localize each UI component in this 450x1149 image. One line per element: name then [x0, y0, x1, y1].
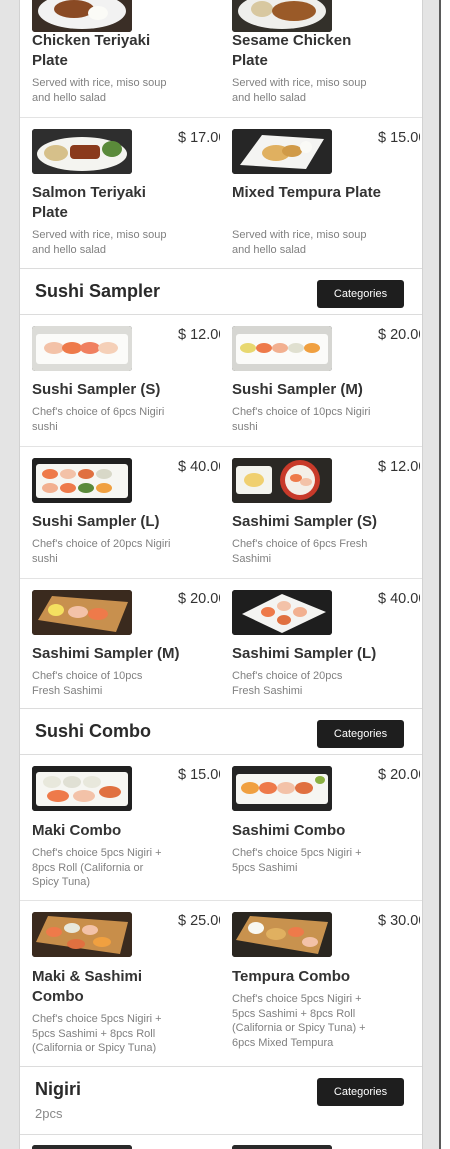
- dish-image: [32, 129, 132, 174]
- item-name: Tempura Combo: [232, 968, 351, 985]
- menu-item-sushi-sampler-m[interactable]: $ 20.00 Sushi Sampler (M) Chef's choice …: [220, 315, 420, 446]
- item-name: Sashimi Sampler (M): [32, 645, 180, 662]
- item-price: $ 12.00: [378, 459, 420, 475]
- dish-image: [232, 590, 332, 635]
- menu-item-sushi-sampler-s[interactable]: $ 12.00 Sushi Sampler (S) Chef's choice …: [20, 315, 220, 446]
- dish-image: [232, 0, 332, 32]
- categories-button[interactable]: Categories: [317, 1078, 404, 1106]
- menu-item-sesame-chicken[interactable]: Sesame Chicken Plate Served with rice, m…: [220, 0, 420, 117]
- item-price: $ 12.00: [178, 327, 220, 343]
- item-price: $ 25.00: [178, 913, 220, 929]
- menu-row: $ 25.00 Maki & Sashimi Combo Chef's choi…: [20, 901, 422, 1068]
- menu-item-sashimi-combo[interactable]: $ 20.00 Sashimi Combo Chef's choice 5pcs…: [220, 755, 420, 900]
- item-name: Sushi Sampler (M): [232, 381, 363, 398]
- item-name: Chicken Teriyaki Plate: [32, 32, 151, 69]
- item-name: Salmon Teriyaki Plate: [32, 184, 146, 221]
- section-header: Sushi Combo Categories: [20, 708, 422, 755]
- categories-button[interactable]: Categories: [317, 720, 404, 748]
- item-description: Chef's choice 5pcs Nigiri + 5pcs Sashimi…: [32, 1013, 162, 1054]
- dish-image: [232, 912, 332, 957]
- section-nigiri: Nigiri 2pcs Categories: [20, 1066, 422, 1135]
- item-name: Sushi Sampler (L): [32, 513, 160, 530]
- menu-item-tempura-combo[interactable]: $ 30.00 Tempura Combo Chef's choice 5pcs…: [220, 901, 420, 1067]
- dish-image: [232, 458, 332, 503]
- menu-row: [20, 1134, 422, 1149]
- menu-item-nigiri-second[interactable]: [220, 1134, 420, 1149]
- menu-item-salmon-teriyaki[interactable]: $ 17.00 Salmon Teriyaki Plate Served wit…: [20, 118, 220, 268]
- dish-image: [232, 326, 332, 371]
- dish-image: [232, 129, 332, 174]
- section-header: Nigiri 2pcs Categories: [20, 1066, 422, 1135]
- section-title: Sushi Combo: [35, 721, 151, 741]
- dish-image: [32, 912, 132, 957]
- item-description: Chef's choice of 10pcs Nigiri sushi: [232, 406, 371, 433]
- menu-row: $ 12.00 Sushi Sampler (S) Chef's choice …: [20, 315, 422, 447]
- item-description: Served with rice, miso soup and hello sa…: [32, 77, 167, 104]
- menu-row: Chicken Teriyaki Plate Served with rice,…: [20, 0, 422, 118]
- item-price: $ 15.00: [178, 767, 220, 783]
- item-price: $ 17.00: [178, 130, 220, 146]
- dish-image: [32, 0, 132, 32]
- section-title: Nigiri: [35, 1079, 82, 1099]
- dish-image: [32, 590, 132, 635]
- menu-block-nigiri: [20, 1134, 422, 1149]
- categories-button[interactable]: Categories: [317, 280, 404, 308]
- item-description: Served with rice, miso soup and hello sa…: [232, 229, 367, 256]
- item-price: $ 20.00: [178, 591, 220, 607]
- menu-item-nigiri-first[interactable]: [20, 1134, 220, 1149]
- item-name: Sashimi Sampler (L): [232, 645, 377, 662]
- item-description: Chef's choice of 20pcs Fresh Sashimi: [232, 670, 343, 697]
- menu-row: $ 40.00 Sushi Sampler (L) Chef's choice …: [20, 447, 422, 579]
- dish-image: [32, 766, 132, 811]
- menu-row: $ 20.00 Sashimi Sampler (M) Chef's choic…: [20, 579, 422, 711]
- item-name: Maki Combo: [32, 822, 122, 839]
- menu-block-sushi-sampler: $ 12.00 Sushi Sampler (S) Chef's choice …: [20, 315, 422, 711]
- item-description: Chef's choice of 6pcs Nigiri sushi: [32, 406, 165, 433]
- dish-image: [232, 1145, 332, 1149]
- menu-row: $ 15.00 Maki Combo Chef's choice 5pcs Ni…: [20, 755, 422, 901]
- menu-item-sashimi-sampler-s[interactable]: $ 12.00 Sashimi Sampler (S) Chef's choic…: [220, 447, 420, 578]
- menu-item-maki-sashimi-combo[interactable]: $ 25.00 Maki & Sashimi Combo Chef's choi…: [20, 901, 220, 1067]
- item-name: Sesame Chicken Plate: [232, 32, 352, 69]
- item-price: $ 20.00: [378, 327, 420, 343]
- item-price: $ 30.00: [378, 913, 420, 929]
- menu-item-mixed-tempura[interactable]: $ 15.00 Mixed Tempura Plate Served with …: [220, 118, 420, 268]
- item-description: Chef's choice of 6pcs Fresh Sashimi: [232, 538, 368, 565]
- menu-row: $ 17.00 Salmon Teriyaki Plate Served wit…: [20, 118, 422, 269]
- item-name: Sashimi Combo: [232, 822, 346, 839]
- section-subtitle: 2pcs: [35, 1106, 63, 1121]
- item-description: Chef's choice 5pcs Nigiri + 5pcs Sashimi…: [232, 993, 366, 1049]
- menu-item-chicken-teriyaki[interactable]: Chicken Teriyaki Plate Served with rice,…: [20, 0, 220, 117]
- section-title: Sushi Sampler: [35, 281, 161, 301]
- menu-page: Chicken Teriyaki Plate Served with rice,…: [19, 0, 423, 1149]
- menu-block-sushi-combo: $ 15.00 Maki Combo Chef's choice 5pcs Ni…: [20, 755, 422, 1068]
- item-name: Sashimi Sampler (S): [232, 513, 378, 530]
- item-description: Chef's choice 5pcs Nigiri + 8pcs Roll (C…: [32, 847, 162, 888]
- item-name: Maki & Sashimi Combo: [32, 968, 143, 1005]
- menu-item-sashimi-sampler-m[interactable]: $ 20.00 Sashimi Sampler (M) Chef's choic…: [20, 579, 220, 710]
- item-description: Chef's choice 5pcs Nigiri + 5pcs Sashimi: [232, 847, 362, 874]
- dish-image: [32, 1145, 132, 1149]
- menu-block-plates-top: Chicken Teriyaki Plate Served with rice,…: [20, 0, 422, 118]
- item-description: Served with rice, miso soup and hello sa…: [232, 77, 367, 104]
- dish-image: [32, 458, 132, 503]
- item-price: $ 15.00: [378, 130, 420, 146]
- item-price: $ 40.00: [178, 459, 220, 475]
- item-price: $ 20.00: [378, 767, 420, 783]
- menu-item-sushi-sampler-l[interactable]: $ 40.00 Sushi Sampler (L) Chef's choice …: [20, 447, 220, 578]
- section-sushi-combo: Sushi Combo Categories: [20, 708, 422, 755]
- menu-block-plates: $ 17.00 Salmon Teriyaki Plate Served wit…: [20, 118, 422, 269]
- item-description: Chef's choice of 20pcs Nigiri sushi: [32, 538, 171, 565]
- dish-image: [232, 766, 332, 811]
- section-header: Sushi Sampler Categories: [20, 268, 422, 315]
- menu-item-maki-combo[interactable]: $ 15.00 Maki Combo Chef's choice 5pcs Ni…: [20, 755, 220, 900]
- section-sushi-sampler: Sushi Sampler Categories: [20, 268, 422, 315]
- item-name: Mixed Tempura Plate: [232, 184, 381, 201]
- item-description: Chef's choice of 10pcs Fresh Sashimi: [32, 670, 143, 697]
- item-description: Served with rice, miso soup and hello sa…: [32, 229, 167, 256]
- item-name: Sushi Sampler (S): [32, 381, 161, 398]
- menu-item-sashimi-sampler-l[interactable]: $ 40.00 Sashimi Sampler (L) Chef's choic…: [220, 579, 420, 710]
- dish-image: [32, 326, 132, 371]
- item-price: $ 40.00: [378, 591, 420, 607]
